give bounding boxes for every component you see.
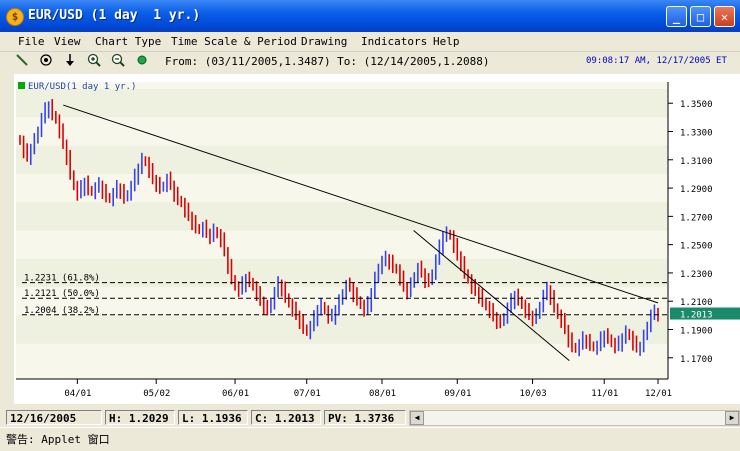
y-tick-label: 1.2500 — [680, 242, 713, 252]
y-tick-label: 1.2300 — [680, 270, 713, 280]
y-tick-label: 1.2900 — [680, 185, 713, 195]
legend-label: EUR/USD(1 day 1 yr.) — [28, 82, 136, 92]
x-tick-label: 05/02 — [143, 389, 170, 399]
status-date: 12/16/2005 — [6, 410, 102, 425]
menu-indicators[interactable]: Indicators — [361, 35, 427, 48]
applet-warning: 警告: Applet 窗口 — [6, 433, 110, 446]
zoom-in-icon[interactable] — [86, 53, 102, 68]
y-tick-label: 1.2700 — [680, 213, 713, 223]
applet-warning-bar: 警告: Applet 窗口 — [0, 427, 740, 451]
last-price-label: 1.2013 — [680, 311, 713, 321]
grid-band — [16, 89, 668, 118]
menu-drawing[interactable]: Drawing — [301, 35, 347, 48]
y-tick-label: 1.3500 — [680, 100, 713, 110]
menu-file[interactable]: File — [18, 35, 45, 48]
status-high: H: 1.2029 — [105, 410, 175, 425]
menu-bar: File View Chart Type Time Scale & Period… — [0, 32, 740, 52]
x-tick-label: 07/01 — [294, 389, 321, 399]
fib-label: 1.2231 (61.8%) — [24, 274, 100, 284]
y-tick-label: 1.3300 — [680, 129, 713, 139]
grid-band — [16, 315, 668, 344]
price-chart[interactable]: 1.3500 1.3300 1.3100 1.2900 1.2700 1.2500 1.23… — [14, 74, 740, 404]
x-tick-label: 08/01 — [369, 389, 396, 399]
scroll-right-icon[interactable]: ▶ — [725, 411, 739, 425]
chart-svg: 1.3500 1.3300 1.3100 1.2900 1.2700 1.2500 1.23… — [14, 74, 740, 404]
close-button[interactable]: ✕ — [714, 6, 735, 27]
x-tick-label: 11/01 — [591, 389, 618, 399]
menu-chart-type[interactable]: Chart Type — [95, 35, 161, 48]
legend-swatch — [18, 82, 25, 89]
y-tick-label: 1.1700 — [680, 355, 713, 365]
maximize-button[interactable]: □ — [690, 6, 711, 27]
crosshair-icon[interactable] — [38, 53, 54, 68]
window-title: EUR/USD (1 day 1 yr.) — [28, 8, 201, 23]
x-tick-label: 10/03 — [520, 389, 547, 399]
grid-band — [16, 202, 668, 231]
menu-view[interactable]: View — [54, 35, 81, 48]
down-arrow-icon[interactable] — [62, 53, 78, 68]
green-dot-icon[interactable] — [134, 53, 150, 68]
status-close: C: 1.2013 — [251, 410, 321, 425]
status-low: L: 1.1936 — [178, 410, 248, 425]
fib-label: 1.2121 (50.0%) — [24, 289, 100, 299]
status-pv: PV: 1.3736 — [324, 410, 406, 425]
grid-band — [16, 145, 668, 174]
x-tick-label: 12/01 — [645, 389, 672, 399]
x-tick-label: 09/01 — [444, 389, 471, 399]
from-to-readout: From: (03/11/2005,1.3487) To: (12/14/200… — [165, 55, 490, 68]
title-bar: $ EUR/USD (1 day 1 yr.) _ □ ✕ — [0, 0, 740, 32]
horizontal-scrollbar[interactable]: ◀ ▶ — [409, 410, 740, 426]
menu-time-scale[interactable]: Time Scale & Period — [171, 35, 297, 48]
minimize-button[interactable]: _ — [666, 6, 687, 27]
clock-readout: 09:08:17 AM, 12/17/2005 ET — [586, 56, 727, 66]
y-tick-label: 1.3100 — [680, 157, 713, 167]
y-tick-label: 1.1900 — [680, 327, 713, 337]
scroll-left-icon[interactable]: ◀ — [410, 411, 424, 425]
line-tool-icon[interactable] — [14, 53, 30, 68]
x-tick-label: 04/01 — [64, 389, 91, 399]
x-tick-label: 06/01 — [222, 389, 249, 399]
coin-icon: $ — [6, 8, 24, 26]
fib-label: 1.2004 (38.2%) — [24, 306, 100, 316]
toolbar: From: (03/11/2005,1.3487) To: (12/14/200… — [0, 52, 740, 70]
menu-help[interactable]: Help — [433, 35, 460, 48]
y-tick-label: 1.2100 — [680, 298, 713, 308]
zoom-out-icon[interactable] — [110, 53, 126, 68]
